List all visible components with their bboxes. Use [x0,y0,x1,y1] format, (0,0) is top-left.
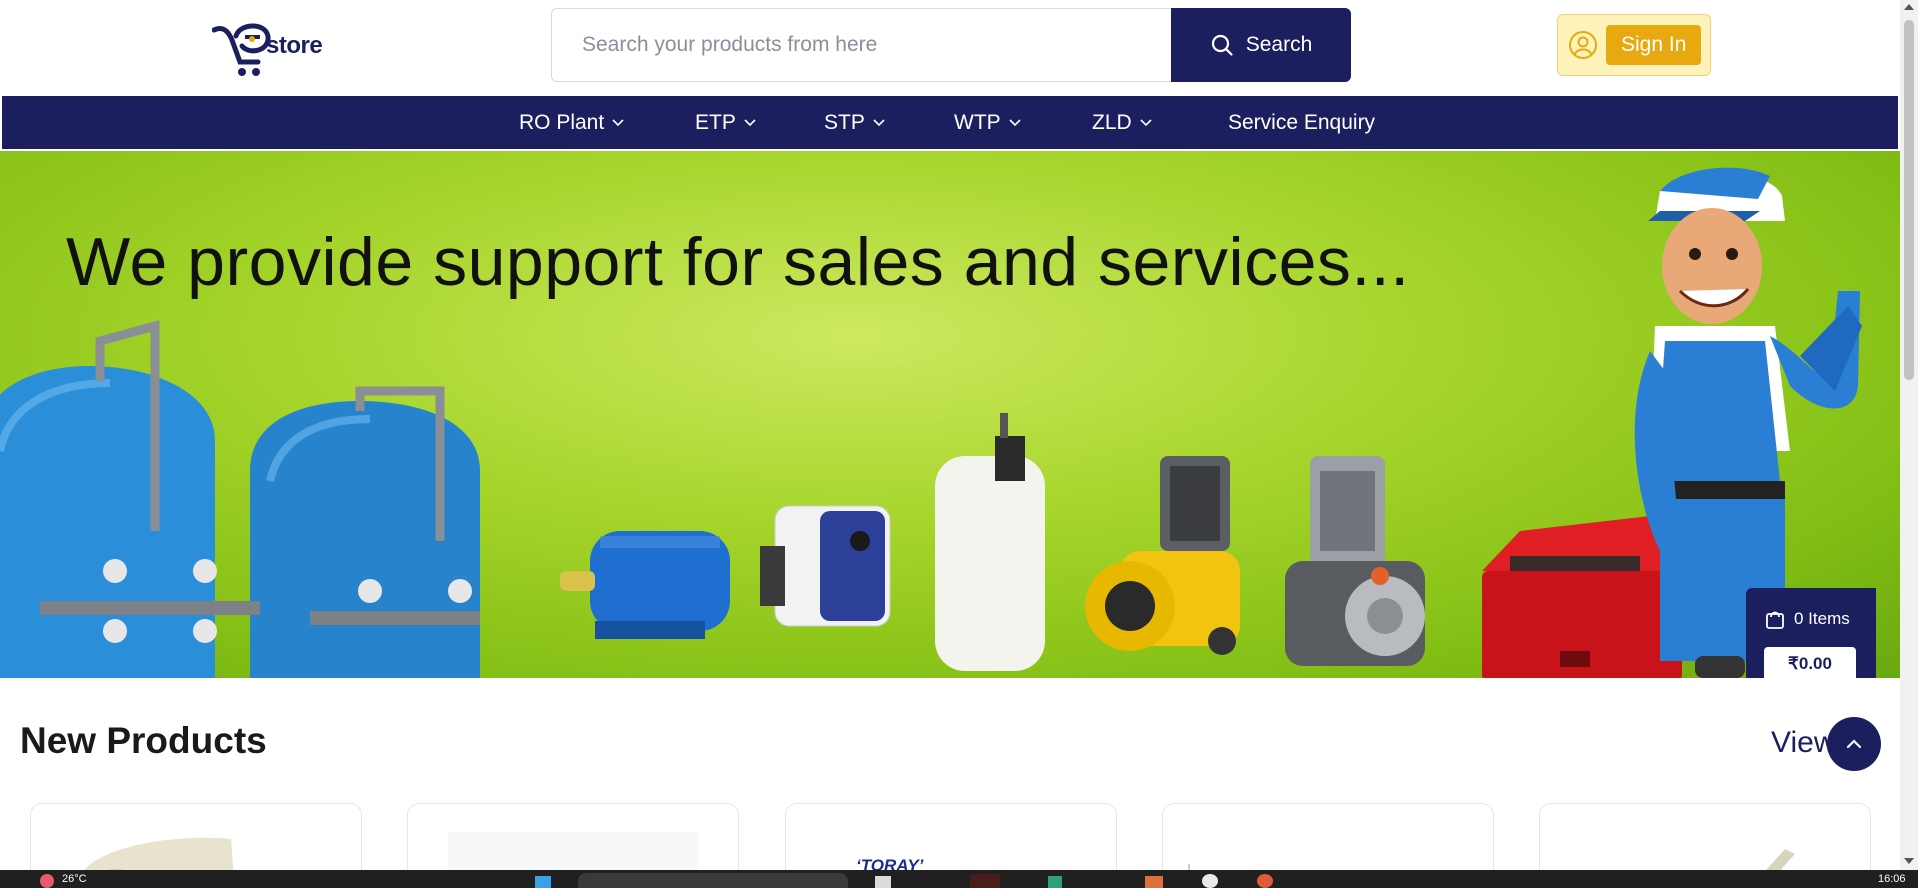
scroll-to-top-button[interactable] [1827,717,1881,771]
nav-item-label: ZLD [1092,110,1132,134]
taskview-icon[interactable] [535,876,551,888]
cart-summary: 0 Items [1764,608,1850,630]
chevron-down-icon [873,118,885,126]
chevron-down-icon [612,118,624,126]
os-taskbar: 26°C 16:06 [0,870,1918,888]
search-icon [1211,34,1233,56]
filter-tanks-illustration [0,320,480,678]
site-logo[interactable]: store [211,20,323,80]
nav-item-zld[interactable]: ZLD [1092,96,1152,149]
nav-item-stp[interactable]: STP [824,96,885,149]
shopping-bag-icon [1766,611,1784,629]
search-bar: Search [551,8,1351,82]
page: store Search Sign In RO Plant [0,0,1918,888]
app-icon[interactable] [1257,874,1273,888]
taskbar-search[interactable] [578,873,848,888]
chrome-icon[interactable] [1202,874,1218,888]
search-button-label: Search [1245,33,1313,56]
metering-pump-grey-illustration [1285,456,1425,666]
chevron-up-icon [1846,739,1862,749]
view-all-link[interactable]: View [1771,726,1835,760]
sign-in-button[interactable]: Sign In [1606,25,1702,65]
app-icon-active[interactable] [970,874,1000,888]
cart-total: ₹0.00 [1764,647,1856,678]
nav-item-wtp[interactable]: WTP [954,96,1021,149]
file-explorer-icon[interactable] [875,876,891,888]
nav-item-service-enquiry[interactable]: Service Enquiry [1228,96,1375,149]
nav-item-label: STP [824,110,865,134]
app-icon[interactable] [1145,876,1163,888]
taskbar-weather[interactable]: 26°C [62,870,87,888]
nav-item-etp[interactable]: ETP [695,96,756,149]
hero-banner[interactable]: We provide support for sales and service… [0,151,1900,678]
nav-item-label: Service Enquiry [1228,110,1376,134]
weather-icon[interactable] [40,874,54,888]
chemical-tank-illustration [935,413,1045,671]
dosing-pump-illustration [760,505,891,627]
toolbox-illustration [1482,516,1682,678]
floating-cart[interactable]: 0 Items ₹0.00 [1746,588,1876,678]
nav-item-label: WTP [954,110,1001,134]
scrollbar-thumb[interactable] [1904,20,1914,380]
search-button[interactable]: Search [1171,8,1351,82]
main-nav: RO Plant ETP STP WTP ZLD Service Enquiry [2,96,1898,149]
chevron-down-icon [744,118,756,126]
section-title-new-products: New Products [20,720,267,761]
search-input[interactable] [551,8,1171,82]
nav-item-ro-plant[interactable]: RO Plant [519,96,624,149]
taskbar-clock[interactable]: 16:06 [1878,870,1906,888]
account-box: Sign In [1557,14,1711,76]
site-header: store Search Sign In [0,0,1900,96]
metering-pump-yellow-illustration [1085,456,1240,655]
logo-text: store [266,32,323,59]
user-circle-icon[interactable] [1568,30,1598,60]
banner-illustration [0,167,1862,678]
nav-item-label: RO Plant [519,110,605,134]
electric-motor-illustration [560,531,730,639]
vertical-scrollbar[interactable] [1900,0,1918,870]
cart-items-count: 0 Items [1794,609,1850,628]
nav-item-label: ETP [695,110,736,134]
chevron-down-icon [1140,118,1152,126]
chevron-down-icon [1009,118,1021,126]
scroll-up-arrow-icon[interactable] [1904,4,1914,10]
app-icon[interactable] [1048,876,1062,888]
scroll-down-arrow-icon[interactable] [1904,858,1914,864]
